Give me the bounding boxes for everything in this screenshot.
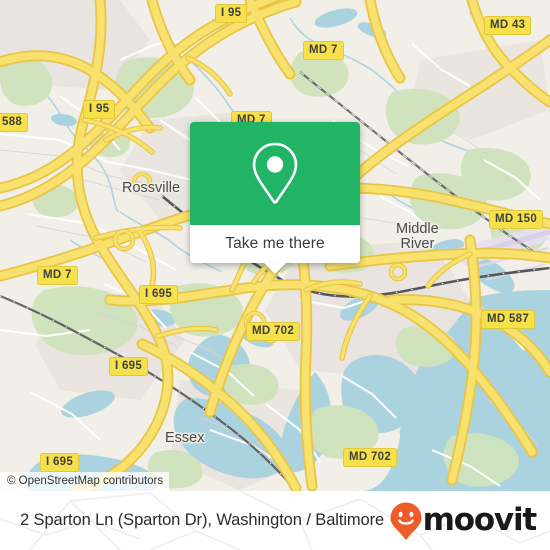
moovit-logo[interactable]: moovit bbox=[389, 501, 538, 541]
osm-attribution[interactable]: © OpenStreetMap contributors bbox=[0, 472, 170, 491]
highway-shield: 588 bbox=[0, 113, 29, 133]
footer-content: 2 Sparton Ln (Sparton Dr), Washington / … bbox=[0, 491, 550, 550]
highway-shield: MD 702 bbox=[246, 322, 301, 342]
highway-shield: I 95 bbox=[83, 100, 116, 120]
highway-shield: MD 150 bbox=[489, 210, 544, 230]
moovit-wordmark: moovit bbox=[422, 502, 538, 538]
highway-shield: MD 43 bbox=[484, 16, 532, 36]
popup-image-panel bbox=[190, 122, 360, 225]
highway-shield: MD 7 bbox=[303, 41, 344, 61]
highway-shield: I 695 bbox=[139, 285, 179, 305]
moovit-pin-smiley-icon bbox=[390, 502, 422, 539]
highway-shield: MD 587 bbox=[481, 310, 536, 330]
highway-shield: I 695 bbox=[40, 453, 80, 473]
location-address-label: 2 Sparton Ln (Sparton Dr), Washington / … bbox=[20, 511, 385, 529]
highway-shield: MD 702 bbox=[343, 448, 398, 468]
destination-popup[interactable]: Take me there bbox=[190, 122, 360, 274]
popup-action-bar[interactable]: Take me there bbox=[190, 225, 360, 274]
take-me-there-label: Take me there bbox=[225, 235, 325, 252]
highway-shield: I 695 bbox=[109, 357, 149, 377]
map-canvas[interactable]: Rossville Middle River Essex I 95 MD 43 MD… bbox=[0, 0, 550, 491]
map-screenshot: Rossville Middle River Essex I 95 MD 43 MD… bbox=[0, 0, 550, 550]
map-pin-icon bbox=[252, 142, 298, 204]
footer-bar: 2 Sparton Ln (Sparton Dr), Washington / … bbox=[0, 491, 550, 550]
highway-shield: MD 7 bbox=[37, 266, 78, 286]
highway-shield: I 95 bbox=[215, 4, 248, 24]
popup-tail-pointer bbox=[264, 263, 286, 274]
